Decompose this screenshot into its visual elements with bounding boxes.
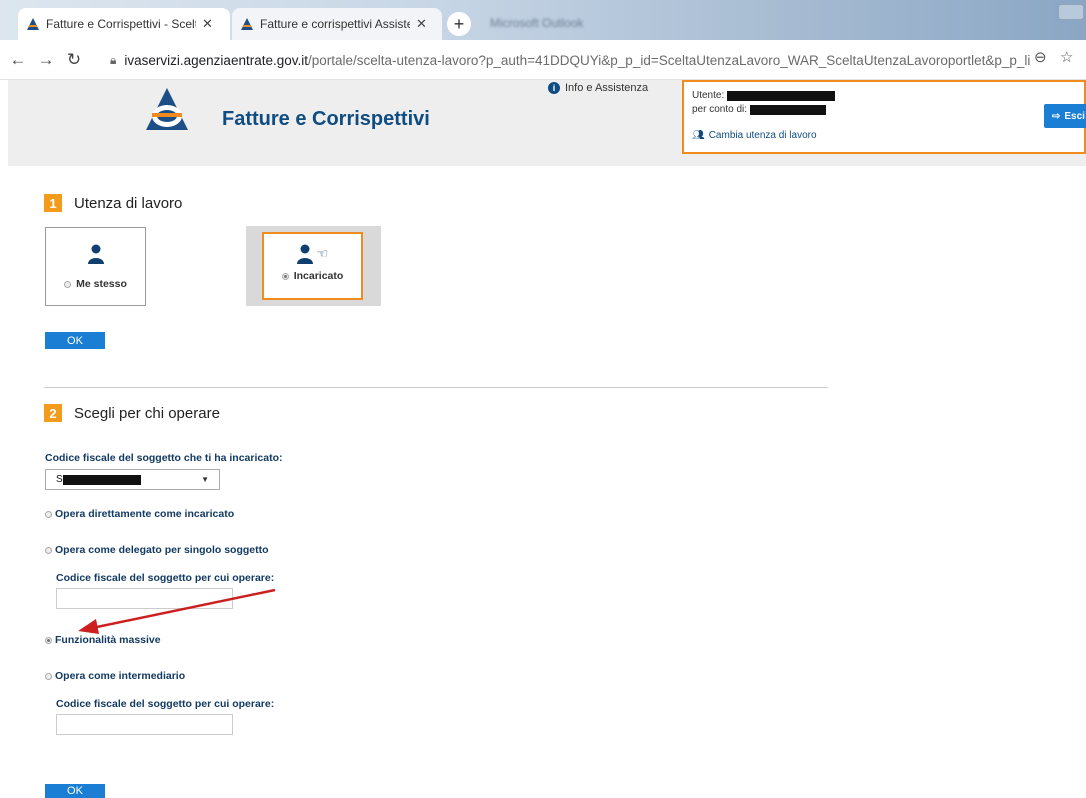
lock-icon: 🔒︎ (110, 52, 117, 67)
logout-icon: ⇨ (1052, 110, 1061, 122)
step-title: Utenza di lavoro (74, 194, 183, 212)
agenzia-entrate-logo (146, 88, 188, 130)
forward-arrow-icon[interactable]: → (34, 48, 58, 72)
ok-button-step2[interactable]: OK (45, 784, 105, 798)
person-icon (87, 244, 104, 264)
select-value-prefix: S (56, 474, 63, 485)
zoom-icon[interactable]: ⊖ (1034, 48, 1047, 66)
redacted-on-behalf (750, 104, 827, 115)
section-divider (44, 387, 828, 388)
on-behalf-label: per conto di: (692, 104, 748, 115)
site-header: Fatture e Corrispettivi i Info e Assiste… (8, 80, 1086, 166)
red-annotation-arrow-icon (78, 588, 276, 634)
address-bar[interactable]: 🔒︎ ivaservizi.agenziaentrate.gov.it/port… (110, 48, 1030, 72)
radio-intermediario[interactable] (45, 672, 52, 680)
radio-direct[interactable] (45, 510, 52, 518)
step-1-heading: 1 Utenza di lavoro (44, 194, 182, 212)
url-path: /portale/scelta-utenza-lavoro?p_auth=41D… (308, 52, 1030, 68)
blurred-window-title: Microsoft Outlook (490, 16, 584, 30)
close-tab-icon[interactable]: ✕ (416, 16, 427, 32)
logout-label: Esci (1064, 110, 1085, 122)
fiscal-code-input-intermediario[interactable] (56, 714, 233, 735)
user-label: Utente: (692, 90, 725, 101)
site-title: Fatture e Corrispettivi (222, 108, 430, 130)
person-icon (296, 244, 313, 264)
agenzia-favicon-icon (240, 17, 254, 31)
radio-me-stesso[interactable] (64, 280, 72, 288)
dropdown-arrow-icon: ▼ (201, 475, 209, 484)
option-card-incaricato[interactable]: ☜ Incaricato (262, 232, 363, 300)
browser-toolbar: ← → ↻ 🔒︎ ivaservizi.agenziaentrate.gov.i… (0, 40, 1086, 80)
option-label: Opera direttamente come incaricato (55, 508, 235, 520)
browser-tab-inactive[interactable]: Fatture e corrispettivi Assistenza ✕ (232, 8, 442, 40)
user-box: Utente: per conto di: 👥︎ Cambia utenza d… (682, 80, 1086, 154)
radio-funzionalita-massive[interactable] (45, 636, 52, 644)
option-label: Opera come delegato per singolo soggetto (55, 544, 269, 556)
on-behalf-line: per conto di: (692, 104, 827, 115)
url-host: ivaservizi.agenziaentrate.gov.it (124, 52, 308, 68)
change-link-label: Cambia utenza di lavoro (708, 130, 817, 141)
bookmark-star-icon[interactable]: ☆ (1060, 48, 1073, 66)
logout-button[interactable]: ⇨ Esci (1044, 104, 1086, 128)
info-icon: i (548, 82, 560, 94)
back-arrow-icon[interactable]: ← (6, 48, 30, 72)
incaricato-icons: ☜ (296, 244, 329, 264)
delegator-fiscal-code-select[interactable]: S ▼ (45, 469, 220, 490)
option-label: Me stesso (64, 278, 127, 290)
tab-title: Fatture e corrispettivi Assistenza (260, 17, 410, 31)
option-card-me-stesso[interactable]: Me stesso (45, 227, 146, 306)
option-label: Opera come intermediario (55, 670, 186, 682)
step-title: Scegli per chi operare (74, 404, 220, 422)
step-number: 1 (44, 194, 62, 212)
user-line: Utente: (692, 90, 836, 101)
tab-title: Fatture e Corrispettivi - Scelta ute (46, 17, 196, 31)
step-number: 2 (44, 404, 62, 422)
info-link-label: Info e Assistenza (565, 82, 649, 94)
redacted-select-value (62, 474, 141, 485)
option-label: Incaricato (281, 270, 344, 282)
browser-tab-active[interactable]: Fatture e Corrispettivi - Scelta ute ✕ (18, 8, 230, 40)
browser-tabstrip: Fatture e Corrispettivi - Scelta ute ✕ F… (0, 0, 1086, 40)
pointing-hand-icon: ☜ (316, 246, 329, 261)
fiscal-code-label: Codice fiscale del soggetto per cui oper… (56, 698, 275, 710)
incaricato-label: Incaricato (293, 270, 344, 282)
option-intermediario[interactable]: Opera come intermediario (45, 670, 185, 682)
fiscal-code-label: Codice fiscale del soggetto per cui oper… (56, 572, 275, 584)
new-tab-button[interactable]: + (447, 12, 471, 36)
step-2-heading: 2 Scegli per chi operare (44, 404, 220, 422)
option-delegate-single[interactable]: Opera come delegato per singolo soggetto (45, 544, 269, 556)
radio-incaricato[interactable] (281, 272, 289, 280)
ok-button-step1[interactable]: OK (45, 332, 105, 349)
users-icon: 👥︎ (692, 130, 705, 141)
option-direct-incaricato[interactable]: Opera direttamente come incaricato (45, 508, 234, 520)
reload-icon[interactable]: ↻ (62, 48, 86, 72)
agenzia-favicon-icon (26, 17, 40, 31)
me-stesso-label: Me stesso (76, 278, 127, 290)
select-value: S (56, 474, 141, 485)
close-tab-icon[interactable]: ✕ (202, 16, 213, 32)
radio-delegate-single[interactable] (45, 546, 52, 554)
redacted-user (727, 90, 836, 101)
info-assistance-link[interactable]: i Info e Assistenza (548, 82, 648, 94)
minimize-window-button[interactable] (1058, 4, 1084, 20)
delegator-fiscal-code-label: Codice fiscale del soggetto che ti ha in… (45, 452, 283, 464)
change-work-user-link[interactable]: 👥︎ Cambia utenza di lavoro (692, 130, 817, 141)
